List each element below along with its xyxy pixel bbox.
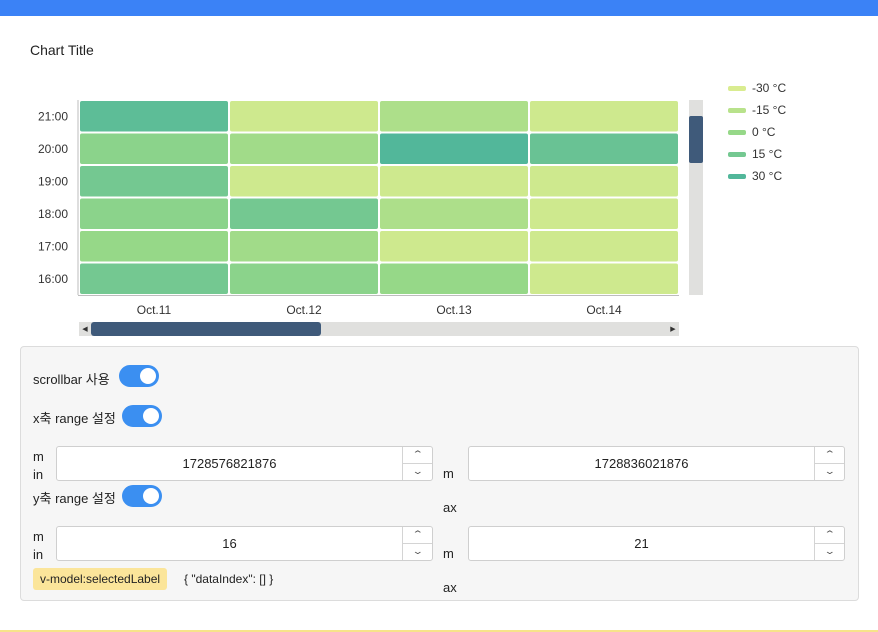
scroll-right-arrow-icon[interactable]: ▶	[667, 322, 679, 336]
legend-item[interactable]: -15 °C	[728, 99, 786, 121]
legend-label: -30 °C	[752, 81, 787, 95]
x-max-label: m ax	[443, 466, 457, 515]
x-range-toggle[interactable]	[122, 405, 162, 427]
y-tick-label: 16:00	[38, 272, 68, 286]
x-min-stepper[interactable]: 1728576821876 ⌃ ⌄	[56, 446, 433, 481]
x-max-value: 1728836021876	[594, 456, 689, 471]
chevron-up-icon: ⌃	[411, 449, 424, 460]
legend-item[interactable]: 0 °C	[728, 121, 786, 143]
y-max-decrement-button[interactable]: ⌄	[815, 544, 844, 561]
scroll-left-arrow-icon[interactable]: ◀	[79, 322, 91, 336]
heatmap-cell[interactable]	[380, 198, 528, 230]
chevron-up-icon: ⌃	[823, 449, 836, 460]
y-max-value: 21	[634, 536, 649, 551]
heatmap-cell[interactable]	[230, 166, 378, 197]
selected-label-value: { "dataIndex": [] }	[184, 572, 274, 586]
x-max-increment-button[interactable]: ⌃	[815, 447, 844, 464]
heatmap-cell[interactable]	[230, 198, 378, 230]
heatmap-cell[interactable]	[80, 231, 228, 262]
top-accent-bar	[0, 0, 878, 16]
y-min-stepper[interactable]: 16 ⌃ ⌄	[56, 526, 433, 561]
legend-label: 0 °C	[752, 125, 776, 139]
legend-swatch	[728, 151, 746, 157]
scrollbar-toggle[interactable]	[119, 365, 159, 387]
y-min-decrement-button[interactable]: ⌄	[403, 544, 432, 561]
legend-item[interactable]: 30 °C	[728, 165, 786, 187]
heatmap-cell[interactable]	[530, 166, 678, 197]
y-min-label: m in	[33, 529, 44, 562]
legend-item[interactable]: -30 °C	[728, 77, 786, 99]
y-tick-label: 20:00	[38, 142, 68, 156]
y-range-label: y축 range 설정	[33, 491, 116, 506]
heatmap-cell[interactable]	[230, 133, 378, 165]
x-min-label: m in	[33, 449, 44, 482]
chart-title: Chart Title	[30, 42, 94, 58]
y-tick-label: 18:00	[38, 207, 68, 221]
scrollbar-label: scrollbar 사용	[33, 372, 110, 387]
x-max-stepper[interactable]: 1728836021876 ⌃ ⌄	[468, 446, 845, 481]
heatmap-cell[interactable]	[80, 133, 228, 165]
heatmap-cell[interactable]	[80, 263, 228, 295]
x-range-label: x축 range 설정	[33, 411, 116, 426]
heatmap-cell[interactable]	[380, 166, 528, 197]
heatmap-cell[interactable]	[530, 101, 678, 132]
heatmap-cell[interactable]	[230, 101, 378, 132]
chevron-up-icon: ⌃	[823, 529, 836, 540]
heatmap-cell[interactable]	[230, 263, 378, 295]
chart-legend: -30 °C -15 °C 0 °C 15 °C 30 °C	[728, 77, 786, 187]
legend-swatch	[728, 85, 746, 91]
heatmap-cell[interactable]	[380, 263, 528, 295]
heatmap-cell[interactable]	[380, 231, 528, 262]
chevron-down-icon: ⌄	[411, 466, 424, 477]
legend-label: 15 °C	[752, 147, 783, 161]
x-min-increment-button[interactable]: ⌃	[403, 447, 432, 464]
y-tick-label: 17:00	[38, 239, 68, 253]
heatmap-cell[interactable]	[80, 166, 228, 197]
heatmap-cell[interactable]	[530, 231, 678, 262]
y-max-label: m ax	[443, 546, 457, 595]
legend-swatch	[728, 107, 746, 113]
x-tick-label: Oct.12	[286, 303, 322, 317]
legend-label: 30 °C	[752, 169, 783, 183]
y-min-increment-button[interactable]: ⌃	[403, 527, 432, 544]
y-tick-label: 21:00	[38, 109, 68, 123]
chevron-down-icon: ⌄	[823, 466, 836, 477]
legend-label: -15 °C	[752, 103, 787, 117]
heatmap-cell[interactable]	[530, 133, 678, 165]
heatmap-cell[interactable]	[530, 263, 678, 295]
horizontal-scroll-thumb[interactable]	[91, 322, 321, 336]
heatmap-cell[interactable]	[230, 231, 378, 262]
chevron-up-icon: ⌃	[411, 529, 424, 540]
y-tick-label: 19:00	[38, 174, 68, 188]
chevron-down-icon: ⌄	[411, 546, 424, 557]
chevron-down-icon: ⌄	[823, 546, 836, 557]
heatmap-cell[interactable]	[80, 101, 228, 132]
x-min-decrement-button[interactable]: ⌄	[403, 464, 432, 481]
settings-panel: scrollbar 사용 x축 range 설정 m in 1728576821…	[20, 346, 859, 601]
x-tick-label: Oct.13	[436, 303, 472, 317]
y-max-stepper[interactable]: 21 ⌃ ⌄	[468, 526, 845, 561]
x-max-decrement-button[interactable]: ⌄	[815, 464, 844, 481]
x-tick-label: Oct.11	[137, 303, 172, 317]
y-min-value: 16	[222, 536, 237, 551]
legend-item[interactable]: 15 °C	[728, 143, 786, 165]
heatmap-cell[interactable]	[380, 101, 528, 132]
vertical-scroll-thumb[interactable]	[689, 116, 703, 163]
heatmap-chart: 16:00 17:00 18:00 19:00 20:00 21:00 Oct.11 Oct.…	[38, 100, 679, 317]
heatmap-cell[interactable]	[380, 133, 528, 165]
y-range-toggle[interactable]	[122, 485, 162, 507]
heatmap-cell[interactable]	[530, 198, 678, 230]
y-max-increment-button[interactable]: ⌃	[815, 527, 844, 544]
v-model-tag: v-model:selectedLabel	[33, 568, 168, 590]
x-tick-label: Oct.14	[586, 303, 622, 317]
legend-swatch	[728, 173, 746, 179]
x-min-value: 1728576821876	[182, 456, 277, 471]
legend-swatch	[728, 129, 746, 135]
heatmap-cell[interactable]	[80, 198, 228, 230]
